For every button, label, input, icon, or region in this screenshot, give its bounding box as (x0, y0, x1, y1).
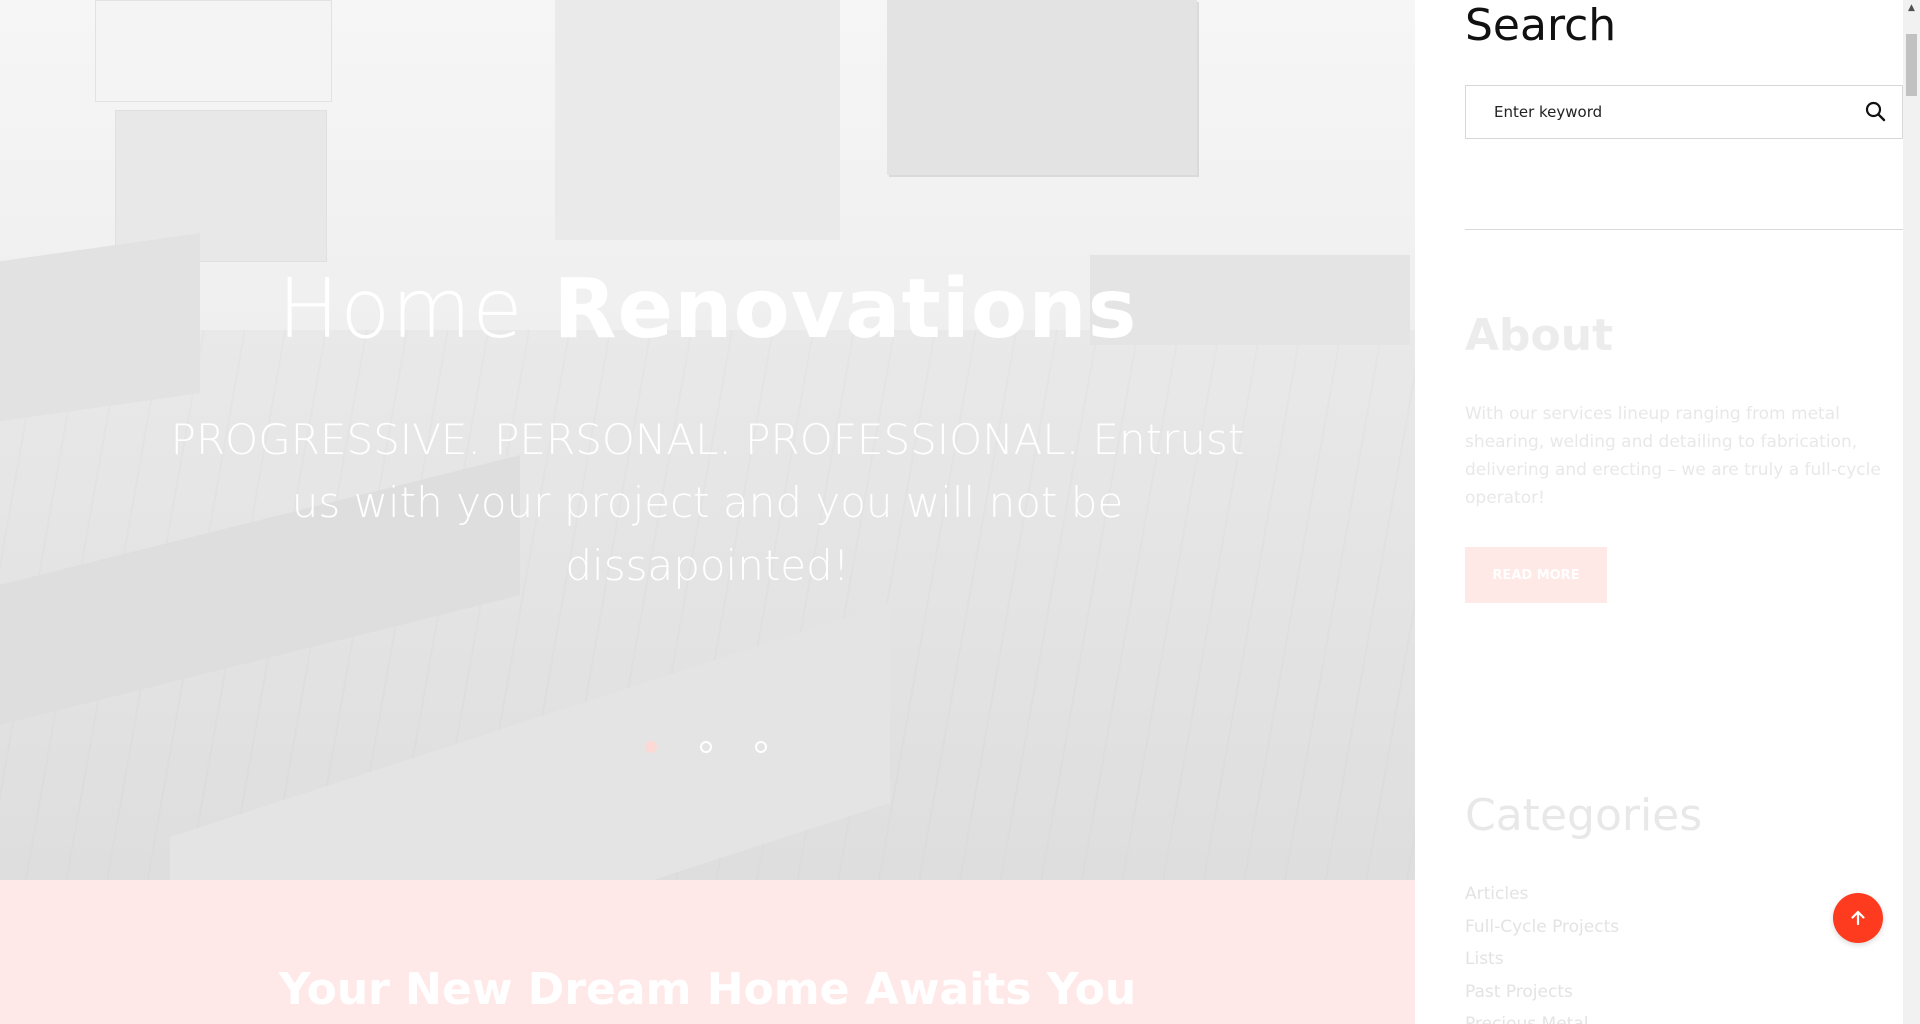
intro-band-title: Your New Dream Home Awaits You (0, 964, 1415, 1015)
category-link-full-cycle-projects[interactable]: Full-Cycle Projects (1465, 911, 1619, 944)
search-button[interactable] (1862, 98, 1890, 126)
categories-list: Articles Full-Cycle Projects Lists Past … (1465, 878, 1619, 1024)
hero-subtitle: PROGRESSIVE. PERSONAL. PROFESSIONAL. Ent… (170, 415, 1245, 590)
hero-title-light: Home (277, 262, 524, 357)
read-more-button[interactable]: READ MORE (1465, 547, 1607, 603)
intro-band-title-bold: Your New Dream (278, 964, 692, 1015)
scroll-up-arrow-icon[interactable]: ▲ (1903, 0, 1920, 17)
main-content: Home Renovations PROGRESSIVE. PERSONAL. … (0, 0, 1415, 1024)
hero-decor-frame (95, 0, 332, 102)
search-icon (1865, 101, 1886, 122)
slider-dot-3[interactable] (755, 741, 767, 753)
sidebar: Search About With our services lineup ra… (1415, 0, 1903, 1024)
intro-band-title-light: Home Awaits You (706, 964, 1137, 1015)
about-widget-text: With our services lineup ranging from me… (1465, 404, 1881, 508)
hero-decor-doorway (555, 0, 840, 240)
slider-dot-2[interactable] (700, 741, 712, 753)
scrollbar-thumb[interactable] (1906, 34, 1917, 96)
arrow-up-icon (1851, 910, 1865, 926)
hero-decor-fireplace (115, 110, 327, 262)
hero-title: Home Renovations (0, 262, 1415, 357)
slider-pagination (0, 741, 1415, 757)
search-input[interactable] (1466, 86, 1846, 138)
search-widget-title: Search (1465, 0, 1617, 51)
categories-widget-title: Categories (1465, 790, 1703, 841)
category-link-articles[interactable]: Articles (1465, 878, 1619, 911)
hero-slider: Home Renovations PROGRESSIVE. PERSONAL. … (0, 0, 1415, 880)
back-to-top-button[interactable] (1833, 893, 1883, 943)
category-link-precious-metal[interactable]: Precious Metal (1465, 1008, 1619, 1024)
hero-title-bold: Renovations (553, 262, 1138, 357)
hero-decor-painting (887, 0, 1197, 175)
category-link-past-projects[interactable]: Past Projects (1465, 976, 1619, 1009)
sidebar-divider (1465, 229, 1903, 230)
slider-dot-1[interactable] (645, 741, 657, 753)
category-link-lists[interactable]: Lists (1465, 943, 1619, 976)
search-form (1465, 85, 1903, 139)
page-scrollbar[interactable]: ▲ (1903, 0, 1920, 1024)
about-widget-title: About (1465, 310, 1614, 361)
